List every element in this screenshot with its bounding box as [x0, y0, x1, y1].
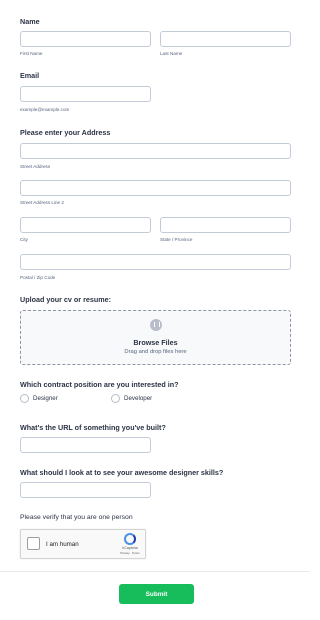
submit-button[interactable]: Submit	[119, 584, 194, 604]
city-input[interactable]	[20, 217, 151, 233]
cloud-upload-icon	[150, 319, 162, 331]
state-input[interactable]	[160, 217, 291, 233]
name-label: Name	[20, 17, 40, 26]
captcha-checkbox[interactable]	[27, 537, 40, 550]
radio-developer-label[interactable]: Developer	[124, 395, 152, 402]
radio-developer[interactable]	[111, 394, 120, 403]
upload-label: Upload your cv or resume:	[20, 295, 112, 304]
city-sublabel: City	[20, 237, 28, 242]
email-input[interactable]	[20, 86, 151, 102]
email-sublabel: example@example.com	[20, 107, 70, 112]
footer-divider	[0, 571, 310, 572]
street-address-line2-input[interactable]	[20, 180, 291, 196]
captcha-brand: hCaptcha	[122, 546, 138, 550]
street-address-input[interactable]	[20, 143, 291, 159]
postal-code-input[interactable]	[20, 254, 291, 270]
state-sublabel: State / Province	[160, 237, 193, 242]
first-name-sublabel: First Name	[20, 51, 43, 56]
last-name-sublabel: Last Name	[160, 51, 183, 56]
radio-designer-label[interactable]: Designer	[33, 395, 58, 402]
radio-designer[interactable]	[20, 394, 29, 403]
email-label: Email	[20, 71, 40, 80]
skills-input[interactable]	[20, 482, 151, 498]
last-name-input[interactable]	[160, 31, 291, 47]
url-input[interactable]	[20, 437, 151, 453]
postal-code-sublabel: Postal / Zip Code	[20, 275, 56, 280]
drag-drop-text: Drag and drop files here	[124, 349, 187, 355]
position-label: Which contract position are you interest…	[20, 380, 179, 389]
skills-label: What should I look at to see your awesom…	[20, 468, 224, 477]
street-address-line2-sublabel: Street Address Line 2	[20, 200, 64, 205]
street-address-sublabel: Street Address	[20, 164, 51, 169]
captcha-checkbox-label: I am human	[46, 541, 79, 548]
url-label: What's the URL of something you've built…	[20, 423, 166, 432]
captcha-label: Please verify that you are one person	[20, 514, 133, 521]
hcaptcha-logo-icon	[124, 533, 136, 545]
first-name-input[interactable]	[20, 31, 151, 47]
captcha-terms-link[interactable]: Privacy · Terms	[118, 551, 142, 555]
address-label: Please enter your Address	[20, 128, 111, 137]
browse-files-button[interactable]: Browse Files	[20, 338, 291, 347]
